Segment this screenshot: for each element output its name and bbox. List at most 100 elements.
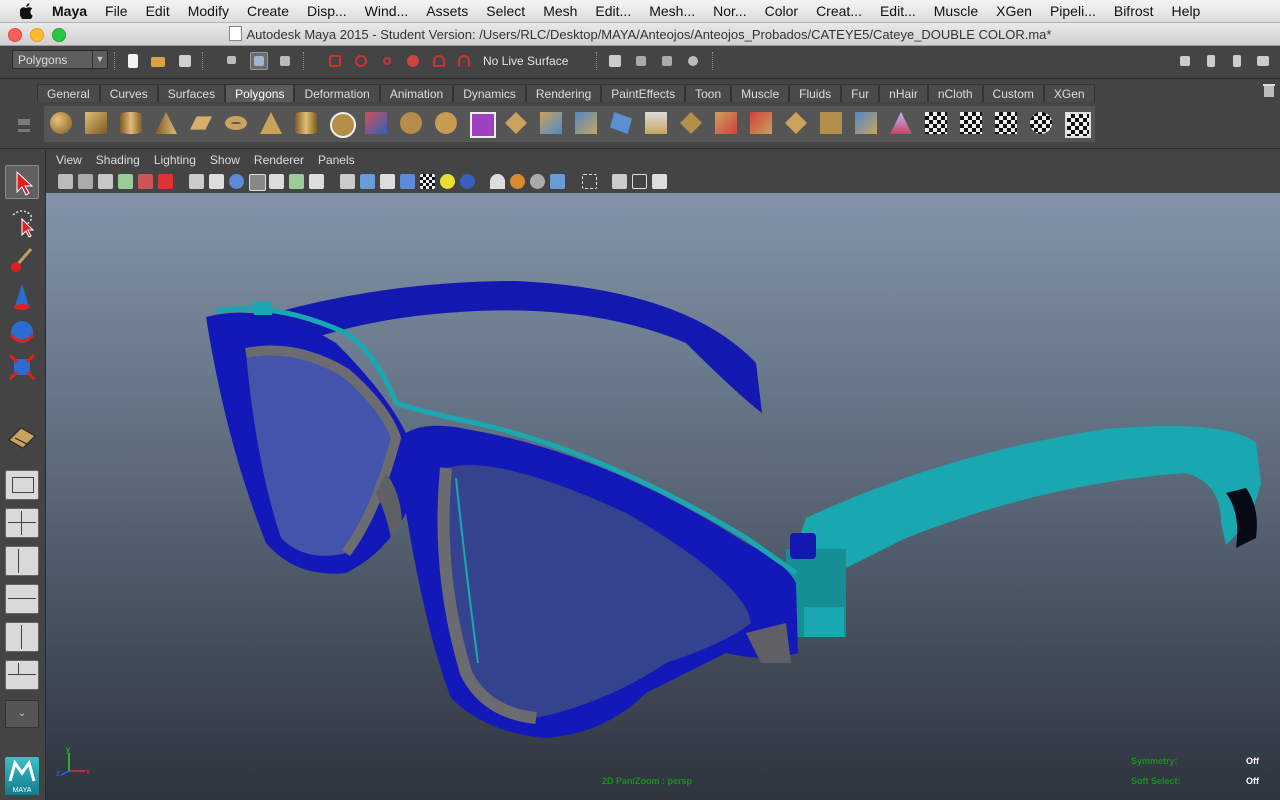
uv-editor-icon[interactable] bbox=[1059, 106, 1091, 140]
poly-sphere-icon[interactable] bbox=[44, 106, 76, 140]
panel-menu-view[interactable]: View bbox=[49, 153, 89, 167]
lasso-tool-icon[interactable] bbox=[5, 205, 39, 239]
snap-curve-icon[interactable] bbox=[352, 52, 370, 70]
snap-point-icon[interactable] bbox=[378, 52, 396, 70]
chevron-down-icon[interactable]: ⌄ bbox=[5, 700, 39, 728]
tab-painteffects[interactable]: PaintEffects bbox=[601, 84, 686, 102]
motion-blur-icon[interactable] bbox=[510, 174, 525, 189]
poly-cone-icon[interactable] bbox=[149, 106, 181, 140]
poly-collapse-icon[interactable] bbox=[779, 106, 811, 140]
snap-view-plane-icon[interactable] bbox=[404, 52, 422, 70]
select-object-icon[interactable] bbox=[250, 52, 268, 70]
uv-planar-icon[interactable] bbox=[919, 106, 951, 140]
poly-merge-icon[interactable] bbox=[744, 106, 776, 140]
tab-fur[interactable]: Fur bbox=[841, 84, 880, 102]
tab-surfaces[interactable]: Surfaces bbox=[157, 84, 226, 102]
menu-bifrost[interactable]: Bifrost bbox=[1105, 3, 1163, 19]
depth-of-field-icon[interactable] bbox=[550, 174, 565, 189]
menu-mesh[interactable]: Mesh bbox=[534, 3, 586, 19]
menu-assets[interactable]: Assets bbox=[417, 3, 477, 19]
gate-mask-icon[interactable] bbox=[249, 174, 266, 191]
render-view-icon[interactable] bbox=[606, 52, 624, 70]
menu-create[interactable]: Create bbox=[238, 3, 298, 19]
menu-edit-uvs[interactable]: Edit... bbox=[871, 3, 925, 19]
layout-persp-graph-outliner-icon[interactable] bbox=[5, 660, 39, 690]
poly-insert-loop-icon[interactable] bbox=[674, 106, 706, 140]
safe-title-icon[interactable] bbox=[309, 174, 324, 189]
make-live-icon[interactable] bbox=[430, 52, 448, 70]
panel-menu-panels[interactable]: Panels bbox=[311, 153, 362, 167]
save-scene-icon[interactable] bbox=[176, 52, 194, 70]
poly-pyramid-icon[interactable] bbox=[254, 106, 286, 140]
tab-fluids[interactable]: Fluids bbox=[789, 84, 842, 102]
use-all-lights-icon[interactable] bbox=[420, 174, 435, 189]
tab-general[interactable]: General bbox=[37, 84, 100, 102]
menu-normals[interactable]: Nor... bbox=[704, 3, 755, 19]
menu-edit[interactable]: Edit bbox=[137, 3, 179, 19]
menu-select[interactable]: Select bbox=[477, 3, 534, 19]
tab-curves[interactable]: Curves bbox=[99, 84, 158, 102]
poly-helix-icon[interactable] bbox=[324, 106, 356, 140]
menu-set-dropdown[interactable]: Polygons ▼ bbox=[12, 50, 108, 69]
wireframe-on-shaded-icon[interactable] bbox=[380, 174, 395, 189]
toggle-attribute-editor-icon[interactable] bbox=[1176, 52, 1194, 70]
bookmarks-icon[interactable] bbox=[98, 174, 113, 189]
poly-extract-icon[interactable] bbox=[429, 106, 461, 140]
image-plane-icon[interactable] bbox=[118, 174, 133, 189]
poly-plane-icon[interactable] bbox=[184, 106, 216, 140]
poly-offset-loop-icon[interactable] bbox=[709, 106, 741, 140]
trash-icon[interactable] bbox=[1262, 83, 1276, 98]
tab-nhair[interactable]: nHair bbox=[879, 84, 928, 102]
perspective-viewport[interactable]: y x z 2D Pan/Zoom : persp Symmetry: Off … bbox=[46, 193, 1280, 795]
high-quality-icon[interactable] bbox=[460, 174, 475, 189]
paint-select-tool-icon[interactable] bbox=[5, 243, 39, 277]
poly-smooth-icon[interactable] bbox=[464, 106, 496, 140]
ipr-render-icon[interactable] bbox=[658, 52, 676, 70]
poly-bridge-icon[interactable] bbox=[569, 106, 601, 140]
xray-joints-icon[interactable] bbox=[632, 174, 647, 189]
tab-rendering[interactable]: Rendering bbox=[525, 84, 602, 102]
layout-hypershade-icon[interactable] bbox=[5, 622, 39, 652]
camera-attributes-icon[interactable] bbox=[78, 174, 93, 189]
poly-bevel-icon[interactable] bbox=[499, 106, 531, 140]
tab-custom[interactable]: Custom bbox=[982, 84, 1044, 102]
film-gate-icon[interactable] bbox=[209, 174, 224, 189]
uv-spherical-icon[interactable] bbox=[989, 106, 1021, 140]
menu-modify[interactable]: Modify bbox=[179, 3, 238, 19]
wireframe-icon[interactable] bbox=[340, 174, 355, 189]
tab-deformation[interactable]: Deformation bbox=[294, 84, 380, 102]
safe-action-icon[interactable] bbox=[289, 174, 304, 189]
poly-torus-icon[interactable] bbox=[219, 106, 251, 140]
menu-window[interactable]: Wind... bbox=[356, 3, 418, 19]
panel-menu-shading[interactable]: Shading bbox=[89, 153, 147, 167]
tab-xgen[interactable]: XGen bbox=[1043, 84, 1095, 102]
menu-help[interactable]: Help bbox=[1163, 3, 1210, 19]
toggle-layer-editor-icon[interactable] bbox=[1254, 52, 1272, 70]
poly-separate-icon[interactable] bbox=[394, 106, 426, 140]
scale-tool-icon[interactable] bbox=[5, 350, 39, 384]
poly-cube-icon[interactable] bbox=[79, 106, 111, 140]
menu-create-uvs[interactable]: Creat... bbox=[807, 3, 871, 19]
toggle-channel-box-icon[interactable] bbox=[1228, 52, 1246, 70]
two-d-pan-zoom-icon[interactable] bbox=[138, 174, 153, 189]
poly-cone-light-icon[interactable] bbox=[884, 106, 916, 140]
glasses-model[interactable] bbox=[46, 193, 1280, 795]
render-frame-icon[interactable] bbox=[632, 52, 650, 70]
open-scene-icon[interactable] bbox=[149, 52, 167, 70]
menu-edit-mesh[interactable]: Edit... bbox=[586, 3, 640, 19]
poly-append-icon[interactable] bbox=[604, 106, 636, 140]
move-tool-icon[interactable] bbox=[5, 280, 39, 314]
select-camera-icon[interactable] bbox=[58, 174, 73, 189]
shelf-options-icon[interactable] bbox=[6, 83, 36, 145]
toggle-tool-settings-icon[interactable] bbox=[1202, 52, 1220, 70]
panel-menu-show[interactable]: Show bbox=[203, 153, 247, 167]
grid-icon[interactable] bbox=[189, 174, 204, 189]
poly-reverse-icon[interactable] bbox=[849, 106, 881, 140]
select-hierarchy-icon[interactable] bbox=[224, 52, 242, 70]
poly-fill-hole-icon[interactable] bbox=[814, 106, 846, 140]
layout-four-view-icon[interactable] bbox=[5, 508, 39, 538]
tab-muscle[interactable]: Muscle bbox=[731, 84, 790, 102]
select-component-icon[interactable] bbox=[276, 52, 294, 70]
poly-split-icon[interactable] bbox=[639, 106, 671, 140]
poly-cylinder-icon[interactable] bbox=[114, 106, 146, 140]
